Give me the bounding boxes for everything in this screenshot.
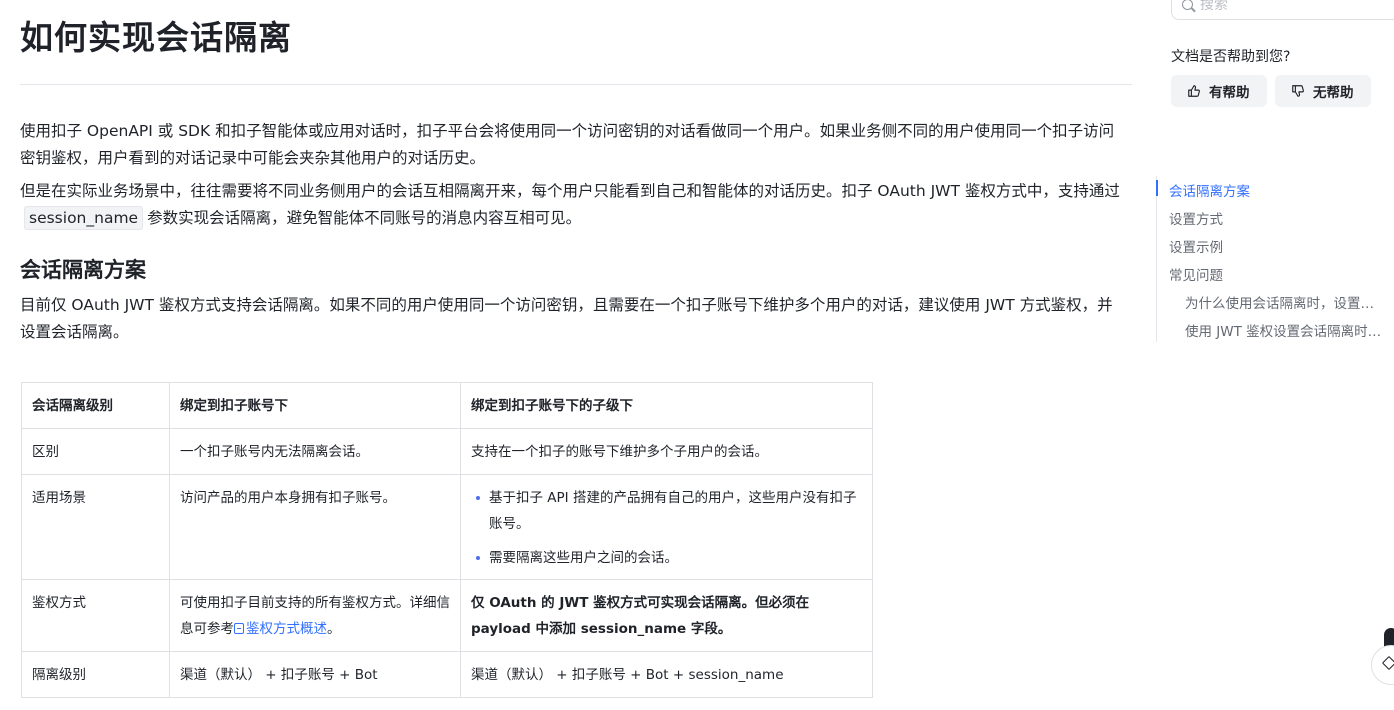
- search-input[interactable]: 搜索: [1171, 0, 1394, 20]
- thumbs-up-icon: [1188, 85, 1200, 97]
- table-cell: 支持在一个扣子的账号下维护多个子用户的会话。: [460, 428, 873, 475]
- page-title: 如何实现会话隔离: [20, 18, 292, 57]
- table-cell: 一个扣子账号内无法隔离会话。: [169, 428, 461, 475]
- auth-overview-link-label: 鉴权方式概述: [246, 621, 327, 637]
- edit-icon: [1381, 655, 1394, 671]
- auth-overview-link[interactable]: 鉴权方式概述: [234, 621, 327, 637]
- table-cell: 适用场景: [21, 474, 170, 580]
- scenario-list: 基于扣子 API 搭建的产品拥有自己的用户，这些用户没有扣子账号。 需要隔离这些…: [471, 485, 862, 571]
- table-row: 区别 一个扣子账号内无法隔离会话。 支持在一个扣子的账号下维护多个子用户的会话。: [21, 428, 873, 475]
- document-icon: [234, 623, 244, 634]
- table-cell: 鉴权方式: [21, 579, 170, 652]
- table-row: 鉴权方式 可使用扣子目前支持的所有鉴权方式。详细信息可参考 鉴权方式概述。 仅 O…: [21, 579, 873, 652]
- table-header: 绑定到扣子账号下的子级下: [460, 382, 873, 429]
- intro-paragraph: 使用扣子 OpenAPI 或 SDK 和扣子智能体或应用对话时，扣子平台会将使用…: [20, 122, 1115, 167]
- section-paragraph: 目前仅 OAuth JWT 鉴权方式支持会话隔离。如果不同的用户使用同一个访问密…: [20, 296, 1113, 341]
- list-item: 基于扣子 API 搭建的产品拥有自己的用户，这些用户没有扣子账号。: [476, 485, 862, 537]
- unhelpful-label: 无帮助: [1313, 85, 1354, 101]
- isolation-table: 会话隔离级别 绑定到扣子账号下 绑定到扣子账号下的子级下 区别 一个扣子账号内无…: [21, 382, 873, 698]
- inline-code-session-name: session_name: [24, 206, 144, 230]
- search-placeholder: 搜索: [1200, 0, 1228, 13]
- session-paragraph-text-2: 参数实现会话隔离，避免智能体不同账号的消息内容互相可见。: [147, 209, 582, 227]
- edit-floating-button[interactable]: [1371, 645, 1394, 685]
- auth-text-end: 。: [327, 621, 341, 637]
- table-header-row: 会话隔离级别 绑定到扣子账号下 绑定到扣子账号下的子级下: [21, 382, 873, 429]
- helpful-button[interactable]: 有帮助: [1171, 75, 1267, 107]
- table-row: 适用场景 访问产品的用户本身拥有扣子账号。 基于扣子 API 搭建的产品拥有自己…: [21, 474, 873, 580]
- table-row: 隔离级别 渠道（默认） + 扣子账号 + Bot 渠道（默认） + 扣子账号 +…: [21, 651, 873, 698]
- table-cell: 访问产品的用户本身拥有扣子账号。: [169, 474, 461, 580]
- toc-item-faq[interactable]: 常见问题: [1169, 264, 1223, 284]
- feedback-question: 文档是否帮助到您?: [1171, 49, 1291, 65]
- toc-item-faq-why[interactable]: 为什么使用会话隔离时，设置…: [1185, 292, 1374, 312]
- table-cell: 可使用扣子目前支持的所有鉴权方式。详细信息可参考 鉴权方式概述。: [169, 579, 461, 652]
- table-cell: 渠道（默认） + 扣子账号 + Bot: [169, 651, 461, 698]
- list-item: 需要隔离这些用户之间的会话。: [476, 545, 862, 571]
- table-cell: 基于扣子 API 搭建的产品拥有自己的用户，这些用户没有扣子账号。 需要隔离这些…: [460, 474, 873, 580]
- session-paragraph: 但是在实际业务场景中，往往需要将不同业务侧用户的会话互相隔离开来，每个用户只能看…: [20, 178, 1128, 232]
- table-cell: 渠道（默认） + 扣子账号 + Bot + session_name: [460, 651, 873, 698]
- toc-item-faq-jwt[interactable]: 使用 JWT 鉴权设置会话隔离时…: [1185, 320, 1381, 340]
- table-header: 绑定到扣子账号下: [169, 382, 461, 429]
- unhelpful-button[interactable]: 无帮助: [1275, 75, 1371, 107]
- table-of-contents: 会话隔离方案 设置方式 设置示例 常见问题 为什么使用会话隔离时，设置… 使用 …: [1156, 176, 1394, 342]
- session-paragraph-text-1: 但是在实际业务场景中，往往需要将不同业务侧用户的会话互相隔离开来，每个用户只能看…: [20, 182, 1120, 200]
- thumbs-down-icon: [1292, 85, 1304, 97]
- table-cell: 隔离级别: [21, 651, 170, 698]
- section-heading: 会话隔离方案: [20, 258, 146, 282]
- search-icon: [1182, 0, 1193, 10]
- table-cell: 仅 OAuth 的 JWT 鉴权方式可实现会话隔离。但必须在 payload 中…: [460, 579, 873, 652]
- title-divider: [20, 84, 1132, 85]
- toc-item-setup-example[interactable]: 设置示例: [1169, 236, 1223, 256]
- helpful-label: 有帮助: [1209, 85, 1250, 101]
- toc-item-setup-method[interactable]: 设置方式: [1169, 208, 1223, 228]
- table-header: 会话隔离级别: [21, 382, 170, 429]
- toc-active-indicator: [1156, 180, 1158, 196]
- table-cell: 区别: [21, 428, 170, 475]
- toc-item-isolation-scheme[interactable]: 会话隔离方案: [1169, 180, 1250, 200]
